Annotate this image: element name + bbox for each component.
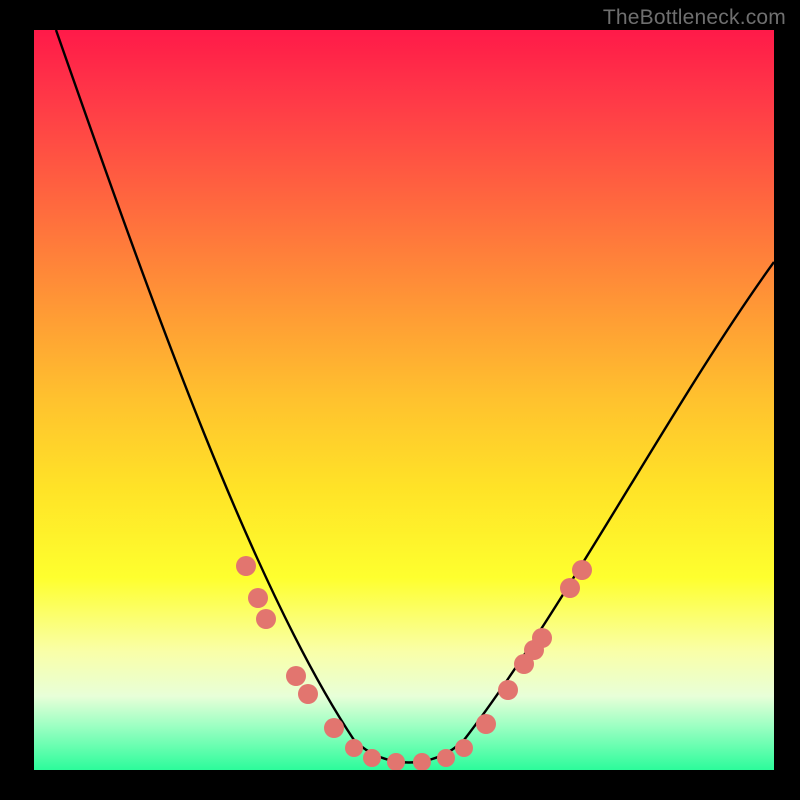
data-point [387,753,405,770]
data-point [236,556,256,576]
data-point [560,578,580,598]
data-point [498,680,518,700]
data-point [324,718,344,738]
data-point [345,739,363,757]
data-point [256,609,276,629]
data-point [532,628,552,648]
data-point [455,739,473,757]
data-point [298,684,318,704]
data-point [437,749,455,767]
watermark-text: TheBottleneck.com [603,6,786,30]
chart-svg [34,30,774,770]
bottleneck-curve [56,30,774,763]
data-point [286,666,306,686]
data-point [248,588,268,608]
chart-plot-area [34,30,774,770]
data-point [476,714,496,734]
data-point [572,560,592,580]
data-point [363,749,381,767]
chart-frame: TheBottleneck.com [0,0,800,800]
data-point [413,753,431,770]
